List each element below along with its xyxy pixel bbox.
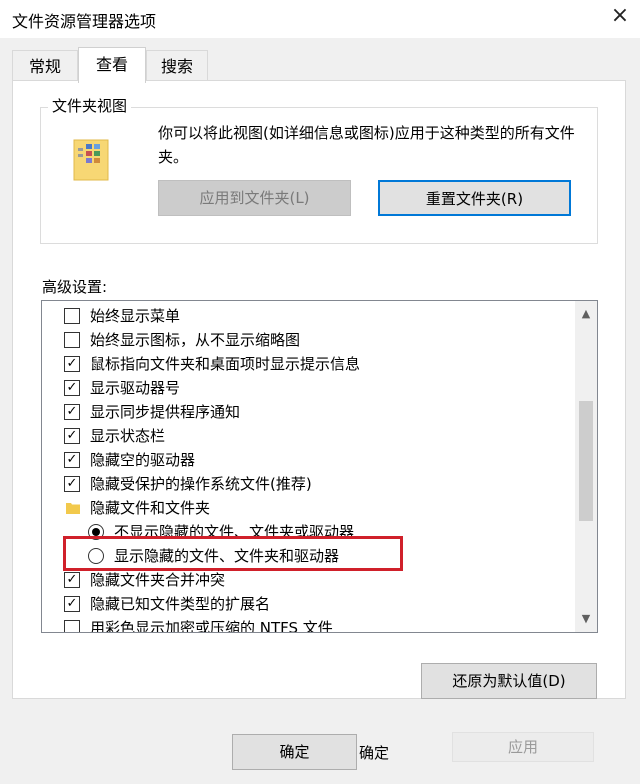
restore-defaults-button[interactable]: 还原为默认值(D) (421, 663, 597, 699)
apply-button[interactable]: 应用 (452, 732, 594, 762)
checkbox-checked[interactable]: ✓ (64, 452, 80, 468)
ok-button[interactable]: 确定 (232, 734, 357, 770)
checkbox-unchecked[interactable] (64, 620, 80, 632)
apply-to-folders-button[interactable]: 应用到文件夹(L) (158, 180, 351, 216)
reset-folders-button[interactable]: 重置文件夹(R) (378, 180, 571, 216)
checkbox-checked[interactable]: ✓ (64, 476, 80, 492)
advanced-settings-list[interactable]: 始终显示菜单 始终显示图标，从不显示缩略图 ✓ 鼠标指向文件夹和桌面项时显示提示… (41, 300, 598, 633)
scrollbar-thumb[interactable] (579, 401, 593, 521)
highlight-box (63, 536, 403, 571)
tab-general[interactable]: 常规 (12, 50, 78, 82)
checkbox-checked[interactable]: ✓ (64, 404, 80, 420)
scroll-up-icon[interactable]: ▲ (575, 303, 597, 325)
checkbox-unchecked[interactable] (64, 332, 80, 348)
checkbox-checked[interactable]: ✓ (64, 356, 80, 372)
folder-view-title: 文件夹视图 (48, 95, 132, 116)
close-icon[interactable]: × (600, 0, 640, 34)
folder-view-description: 你可以将此视图(如详细信息或图标)应用于这种类型的所有文件夹。 (158, 124, 575, 166)
folder-view-icon (73, 139, 109, 181)
checkbox-checked[interactable]: ✓ (64, 380, 80, 396)
checkbox-checked[interactable]: ✓ (64, 428, 80, 444)
tab-search[interactable]: 搜索 (146, 50, 208, 82)
list-scrollbar[interactable]: ▲ ▼ (575, 301, 597, 632)
checkbox-checked[interactable]: ✓ (64, 596, 80, 612)
folder-icon (66, 503, 80, 514)
checkbox-checked[interactable]: ✓ (64, 572, 80, 588)
advanced-settings-label: 高级设置: (42, 278, 108, 296)
tab-view[interactable]: 查看 (78, 47, 146, 83)
title-bar: 文件资源管理器选项 × (0, 0, 640, 38)
checkbox-unchecked[interactable] (64, 308, 80, 324)
ok-overlay-text: 确定 (359, 744, 390, 762)
window-title: 文件资源管理器选项 (12, 12, 157, 31)
scroll-down-icon[interactable]: ▼ (575, 608, 597, 630)
